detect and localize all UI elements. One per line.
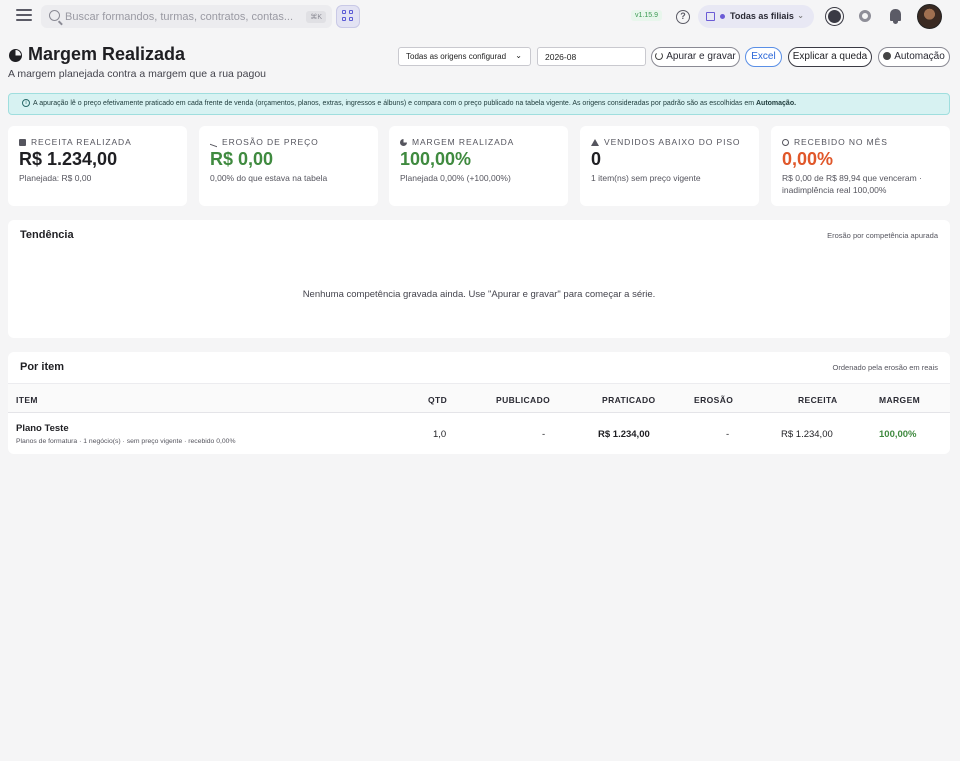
bell-icon[interactable] bbox=[890, 9, 901, 24]
kpi-subtext: 0,00% do que estava na tabela bbox=[210, 173, 328, 183]
items-panel: Por item Ordenado pela erosão em reais I… bbox=[8, 352, 950, 454]
global-search[interactable]: ⌘K bbox=[41, 5, 332, 28]
items-table-header: ITEM QTD PUBLICADO PRATICADO EROSÃO RECE… bbox=[8, 383, 950, 413]
refresh-icon bbox=[655, 52, 664, 60]
col-receita[interactable]: RECEITA bbox=[798, 395, 837, 405]
automation-icon bbox=[883, 52, 892, 60]
branch-selector-label: Todas as filiais bbox=[730, 11, 794, 21]
pie-chart-icon bbox=[9, 49, 22, 62]
kpi-value: R$ 1.234,00 bbox=[19, 149, 118, 169]
cell-publicado: - bbox=[542, 429, 546, 440]
kpi-value: 0,00% bbox=[782, 149, 834, 169]
coins-icon bbox=[782, 139, 789, 146]
origins-select[interactable]: Todas as origens configurad ⌄ bbox=[398, 47, 531, 66]
col-publicado[interactable]: PUBLICADO bbox=[496, 395, 550, 405]
col-erosao[interactable]: EROSÃO bbox=[694, 395, 733, 405]
apps-grid-icon[interactable] bbox=[336, 5, 360, 28]
info-banner: i A apuração lê o preço efetivamente pra… bbox=[8, 93, 950, 115]
col-praticado[interactable]: PRATICADO bbox=[602, 395, 656, 405]
excel-export-button[interactable]: Excel bbox=[745, 47, 782, 67]
automacao-button[interactable]: Automação bbox=[878, 47, 950, 67]
kpi-value: 0 bbox=[591, 149, 602, 169]
page-subtitle: A margem planejada contra a margem que a… bbox=[8, 68, 266, 80]
kpi-erosao-preco: EROSÃO DE PREÇO R$ 0,00 0,00% do que est… bbox=[199, 126, 378, 206]
item-name: Plano Teste bbox=[16, 423, 69, 434]
search-shortcut-badge: ⌘K bbox=[306, 11, 326, 23]
info-banner-text: A apuração lê o preço efetivamente prati… bbox=[33, 100, 797, 107]
chevron-down-icon: ⌄ bbox=[797, 11, 804, 20]
trend-empty-message: Nenhuma competência gravada ainda. Use "… bbox=[302, 289, 656, 300]
trend-title: Tendência bbox=[20, 229, 74, 241]
item-description: Planos de formatura · 1 negócio(s) · sem… bbox=[16, 438, 236, 445]
help-icon[interactable]: ? bbox=[676, 10, 690, 24]
search-icon bbox=[49, 10, 60, 21]
kpi-recebido-mes: RECEBIDO NO MÊS 0,00% R$ 0,00 de R$ 89,9… bbox=[771, 126, 950, 206]
trend-panel: Tendência Erosão por competência apurada… bbox=[8, 220, 950, 338]
kpi-subtext: R$ 0,00 de R$ 89,94 que venceram · inadi… bbox=[782, 173, 922, 195]
kpi-receita-realizada: RECEITA REALIZADA R$ 1.234,00 Planejada:… bbox=[8, 126, 187, 206]
status-dot bbox=[720, 14, 725, 19]
kpi-subtext: Planejada 0,00% (+100,00%) bbox=[400, 173, 511, 183]
top-bar: ⌘K v1.15.9 ? Todas as filiais ⌄ bbox=[0, 0, 960, 34]
page-title: Margem Realizada bbox=[28, 44, 186, 64]
apurar-e-gravar-button[interactable]: Apurar e gravar bbox=[651, 47, 740, 67]
col-item[interactable]: ITEM bbox=[16, 395, 38, 405]
items-note: Ordenado pela erosão em reais bbox=[832, 363, 938, 372]
version-badge: v1.15.9 bbox=[631, 10, 662, 21]
kpi-margem-realizada: MARGEM REALIZADA 100,00% Planejada 0,00%… bbox=[389, 126, 568, 206]
kpi-value: 100,00% bbox=[400, 149, 472, 169]
cell-margem: 100,00% bbox=[879, 429, 917, 440]
hamburger-menu-icon[interactable] bbox=[16, 9, 32, 23]
wallet-icon bbox=[19, 139, 26, 146]
items-title: Por item bbox=[20, 361, 65, 373]
gear-icon[interactable] bbox=[859, 10, 871, 22]
table-row[interactable]: Plano Teste Planos de formatura · 1 negó… bbox=[8, 413, 950, 454]
chevron-down-icon: ⌄ bbox=[515, 51, 522, 60]
user-avatar[interactable] bbox=[917, 4, 942, 29]
origins-select-value: Todas as origens configurad bbox=[406, 52, 507, 61]
automacao-link[interactable]: Automação. bbox=[756, 100, 796, 107]
trending-down-icon bbox=[210, 137, 217, 148]
info-icon: i bbox=[22, 99, 30, 107]
explicar-queda-button[interactable]: Explicar a queda bbox=[788, 47, 872, 67]
cell-qtd: 1,0 bbox=[433, 429, 447, 440]
kpi-value: R$ 0,00 bbox=[210, 149, 274, 169]
pie-chart-icon bbox=[400, 139, 407, 146]
col-margem[interactable]: MARGEM bbox=[879, 395, 920, 405]
branch-selector[interactable]: Todas as filiais ⌄ bbox=[698, 5, 814, 28]
warning-triangle-icon bbox=[591, 139, 599, 146]
cell-receita: R$ 1.234,00 bbox=[781, 429, 833, 440]
cell-erosao: - bbox=[726, 429, 730, 440]
kpi-vendidos-abaixo-piso: VENDIDOS ABAIXO DO PISO 0 1 item(ns) sem… bbox=[580, 126, 759, 206]
trend-note: Erosão por competência apurada bbox=[827, 231, 938, 240]
theme-toggle-icon[interactable] bbox=[828, 10, 841, 23]
cell-praticado: R$ 1.234,00 bbox=[598, 429, 650, 440]
col-qtd[interactable]: QTD bbox=[428, 395, 447, 405]
kpi-subtext: 1 item(ns) sem preço vigente bbox=[591, 173, 701, 183]
period-input[interactable] bbox=[537, 47, 646, 66]
search-input[interactable] bbox=[65, 7, 305, 26]
kpi-subtext: Planejada: R$ 0,00 bbox=[19, 173, 92, 183]
building-icon bbox=[706, 12, 715, 21]
